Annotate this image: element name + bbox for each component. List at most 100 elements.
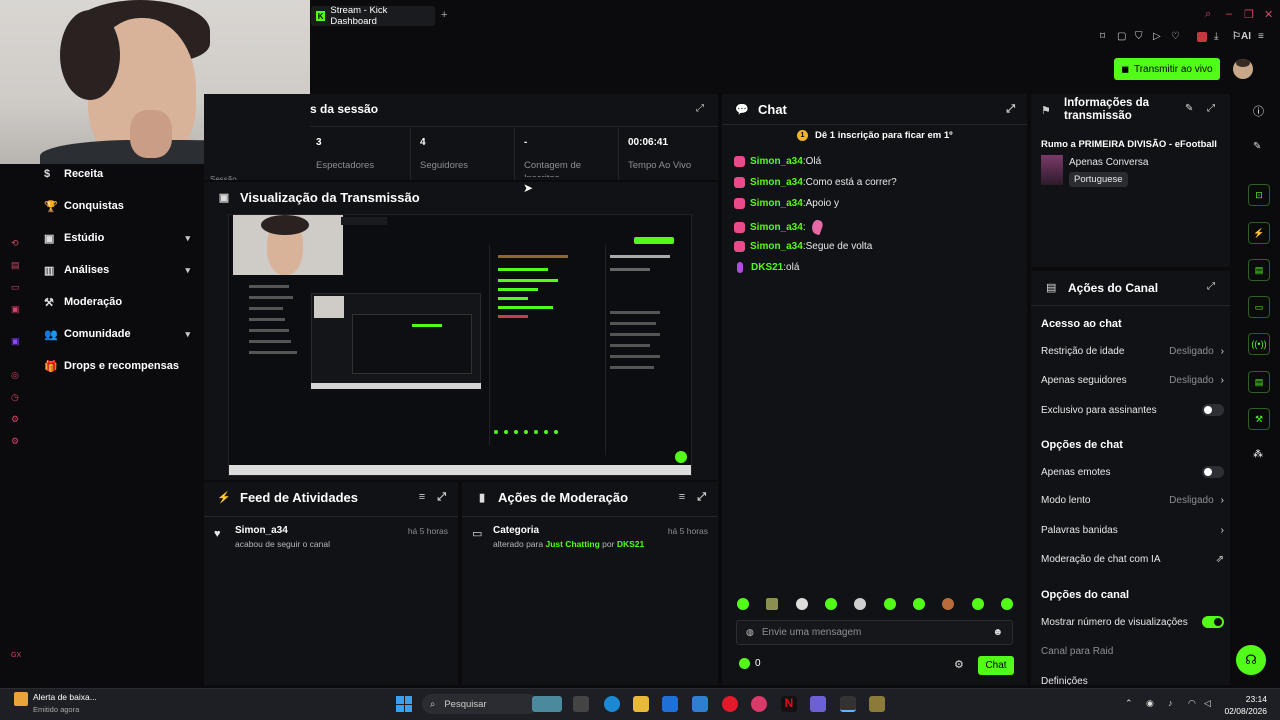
taskbar-opera-icon[interactable] [722,696,738,712]
rail-broadcast-button[interactable]: ((•)) [1248,333,1270,355]
chat-username[interactable]: Simon_a34 [750,156,803,167]
emote-icon[interactable] [912,598,925,610]
rail-document-button[interactable]: ▤ [1248,259,1270,281]
rail-settings-icon[interactable]: ⚙ [11,436,19,447]
chat-username[interactable]: Simon_a34 [750,198,803,209]
tray-mic-icon[interactable]: ♪ [1168,698,1173,708]
rail-home-icon[interactable]: ⟲ [11,238,19,249]
taskbar-taskview-icon[interactable] [573,696,589,712]
rail-chat-icon[interactable]: ▭ [11,282,20,293]
heart-icon[interactable]: ♡ [1171,31,1180,42]
slow-mode-row[interactable]: Modo lento Desligado › [1041,495,1224,506]
channel-points[interactable]: 0 [739,658,761,669]
rail-wrench-button[interactable]: ⚒ [1248,408,1270,430]
chat-settings-icon[interactable]: ⚙ [954,658,964,671]
taskbar-edge-icon[interactable] [604,696,620,712]
sidebar-item-6[interactable]: 🎁 Drops e recompensas [44,355,202,377]
support-button[interactable]: ☊ [1236,645,1266,675]
play-icon[interactable]: ▷ [1153,31,1161,42]
moderation-user[interactable]: DKS21 [617,539,644,549]
rail-twitch-icon[interactable]: ▣ [11,336,20,347]
taskbar-explorer-icon[interactable] [633,696,649,712]
maximize-icon[interactable]: ❐ [1244,8,1254,21]
sidebar-item-5[interactable]: 👥 Comunidade ▾ [44,323,202,345]
popout-icon[interactable]: ⤢ [1207,103,1215,114]
taskbar-outlook-icon[interactable] [692,696,708,712]
tray-network-icon[interactable]: ◉ [1146,698,1154,709]
show-views-toggle[interactable] [1202,616,1224,628]
moderation-category[interactable]: Just Chatting [545,539,599,549]
followers-only-row[interactable]: Apenas seguidores Desligado › [1041,375,1224,386]
rail-video-icon[interactable]: ▣ [11,304,20,315]
close-icon[interactable]: ✕ [1264,8,1273,21]
taskbar-search[interactable]: ⌕ Pesquisar [422,694,538,714]
emote-icon[interactable] [942,598,955,610]
square-icon[interactable]: ▢ [1117,31,1126,42]
avatar[interactable] [1233,59,1253,79]
tray-volume-icon[interactable]: ◁ [1204,698,1211,709]
chevron-down-icon[interactable]: ▾ [185,233,190,244]
tray-chevron-icon[interactable]: ⌃ [1125,698,1133,709]
ai-moderation-row[interactable]: Moderação de chat com IA ⇗ [1041,554,1224,565]
sidebar-item-2[interactable]: ▣ Estúdio ▾ [44,227,202,249]
rail-apps-icon[interactable]: ⁂ [1253,449,1263,460]
stream-preview[interactable] [228,214,692,476]
extension-icon[interactable] [1197,32,1207,42]
chat-input[interactable]: ◍ Envie uma mensagem ☻ [736,620,1013,645]
emote-icon[interactable] [737,598,749,610]
subs-only-toggle[interactable] [1202,404,1224,416]
emotes-only-toggle[interactable] [1202,466,1224,478]
popout-icon[interactable]: ⤢ [1006,103,1015,116]
settings-row[interactable]: Definições [1041,676,1224,685]
emote-icon[interactable] [824,598,837,610]
taskbar-operagx-icon[interactable] [751,696,767,712]
taskbar-widget-icon[interactable] [532,696,562,712]
sidebar-item-1[interactable]: 🏆 Conquistas [44,195,202,217]
taskbar-store-icon[interactable] [662,696,678,712]
emote-icon[interactable] [854,598,867,610]
new-tab-icon[interactable]: + [441,9,447,21]
chat-send-button[interactable]: Chat [978,656,1014,675]
chevron-down-icon[interactable]: ▾ [185,329,190,340]
minimize-icon[interactable]: – [1226,8,1232,20]
chat-username[interactable]: Simon_a34 [750,241,803,252]
emote-icon[interactable] [883,598,896,610]
rail-chat-button[interactable]: ▭ [1248,296,1270,318]
ai-button[interactable]: ⚐AI [1232,31,1251,42]
emote-icon[interactable] [766,598,779,610]
tray-wifi-icon[interactable]: ◠ [1188,698,1196,709]
category-name[interactable]: Apenas Conversa [1069,157,1149,168]
rail-layout-button[interactable]: ⊡ [1248,184,1270,206]
windows-start-icon[interactable] [396,696,412,712]
edit-icon[interactable]: ✎ [1253,141,1261,152]
age-restriction-row[interactable]: Restrição de idade Desligado › [1041,346,1224,357]
rail-lightning-button[interactable]: ⚡ [1248,222,1270,244]
bookmark-icon[interactable]: ⌑ [1100,31,1105,42]
search-icon[interactable]: ⌕ [1205,8,1211,21]
rail-record-icon[interactable]: ◎ [11,370,19,381]
notification-title[interactable]: Alerta de baixa... [33,692,97,702]
edit-icon[interactable]: ✎ [1185,103,1193,114]
taskbar-teams-icon[interactable] [810,696,826,712]
filter-icon[interactable]: ≡ [419,491,425,504]
browser-tab[interactable]: K Stream - Kick Dashboard [311,5,435,27]
download-icon[interactable]: ⤓ [1214,31,1218,42]
emote-icon[interactable] [795,598,808,610]
taskbar-netflix-icon[interactable]: N [781,696,797,712]
banned-words-row[interactable]: Palavras banidas › [1041,525,1224,536]
shield-icon[interactable]: ⛉ [1135,31,1143,42]
expand-icon[interactable]: ⤢ [697,491,706,504]
rail-gx-icon[interactable]: GX [11,652,21,659]
sidebar-item-0[interactable]: $ Receita [44,163,202,185]
chat-username[interactable]: DKS21 [751,262,783,273]
filter-icon[interactable]: ≡ [679,491,685,504]
info-icon[interactable]: ⓘ [1253,103,1264,119]
emote-icon[interactable] [971,598,984,610]
rail-clock-icon[interactable]: ◷ [11,392,19,403]
rail-server-button[interactable]: ▤ [1248,371,1270,393]
emote-icon[interactable] [1000,598,1013,610]
expand-icon[interactable]: ⤢ [437,491,446,504]
sidebar-item-3[interactable]: ▥ Análises ▾ [44,259,202,281]
menu-icon[interactable]: ≡ [1258,31,1264,42]
chat-username[interactable]: Simon_a34 [750,222,803,233]
